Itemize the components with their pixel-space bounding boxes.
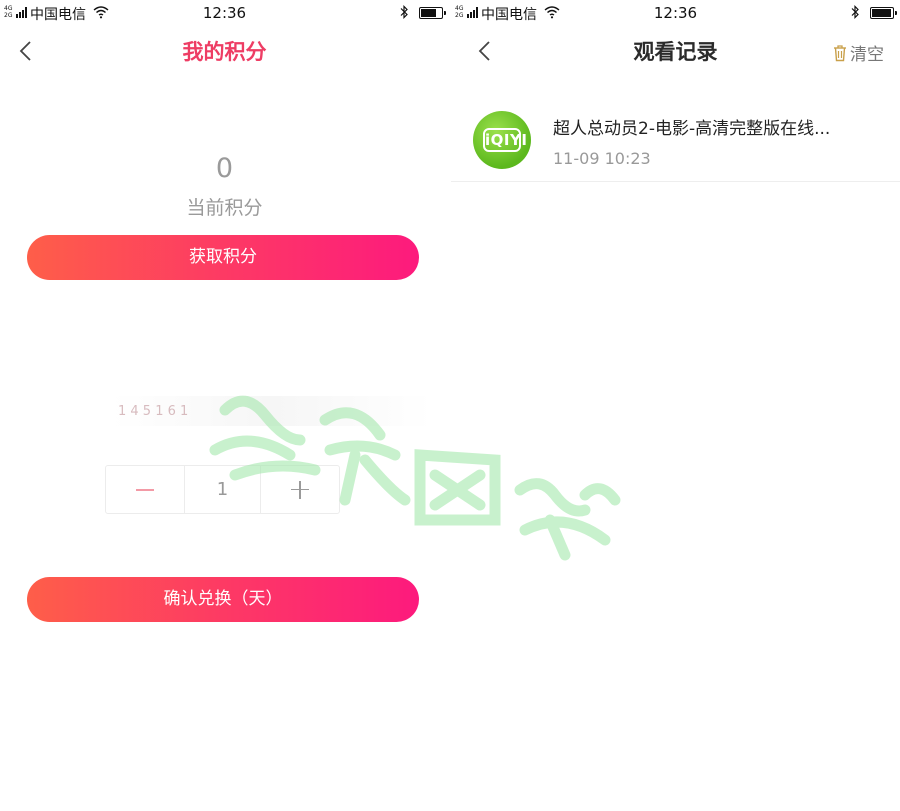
record-time: 11-09 10:23 (553, 149, 651, 168)
bluetooth-icon (400, 5, 408, 19)
clear-history-button[interactable]: 清空 (832, 40, 884, 65)
confirm-exchange-button[interactable]: 确认兑换（天） (27, 577, 419, 622)
clear-label: 清空 (850, 45, 884, 65)
plus-icon (291, 480, 309, 499)
battery-icon (419, 7, 446, 19)
increment-button[interactable] (261, 466, 339, 513)
bluetooth-icon (851, 5, 859, 19)
points-label: 当前积分 (186, 197, 263, 219)
points-value: 0 (215, 153, 234, 184)
record-title: 超人总动员2-电影-高清完整版在线... (553, 119, 831, 139)
nav-bar: 我的积分 (0, 26, 449, 74)
decrement-button[interactable] (106, 466, 185, 513)
status-bar: 4G 2G 中国电信 12:36 (451, 0, 900, 26)
status-bar: 4G 2G 中国电信 12:36 (0, 0, 449, 26)
status-time: 12:36 (653, 4, 698, 22)
page-title: 我的积分 (182, 40, 267, 64)
status-time: 12:36 (202, 4, 247, 22)
trash-icon (834, 44, 846, 61)
faded-info-row: 1 4 5 1 6 1 (112, 396, 432, 428)
minus-icon (136, 488, 154, 491)
get-points-button[interactable]: 获取积分 (27, 235, 419, 280)
logo-text: iQIYI (485, 131, 528, 149)
history-record-item[interactable]: iQIYI 超人总动员2-电影-高清完整版在线... 11-09 10:23 (451, 99, 900, 182)
quantity-value[interactable]: 1 (185, 466, 261, 513)
iqiyi-logo-icon: iQIYI (473, 111, 531, 169)
points-screen: 4G 2G 中国电信 12:36 我的积分 0 当前积分 获取积分 1 4 5 … (0, 0, 449, 811)
quantity-stepper: 1 (105, 465, 340, 514)
app-stage: 4G 2G 中国电信 12:36 我的积分 0 当前积分 获取积分 1 4 5 … (0, 0, 900, 811)
nav-bar: 观看记录 清空 (451, 26, 900, 74)
watch-history-screen: 4G 2G 中国电信 12:36 观看记录 清空 iQIYI 超人总动员2-电影… (451, 0, 900, 811)
faded-info-text: 1 4 5 1 6 1 (118, 404, 189, 419)
battery-icon (870, 7, 897, 19)
